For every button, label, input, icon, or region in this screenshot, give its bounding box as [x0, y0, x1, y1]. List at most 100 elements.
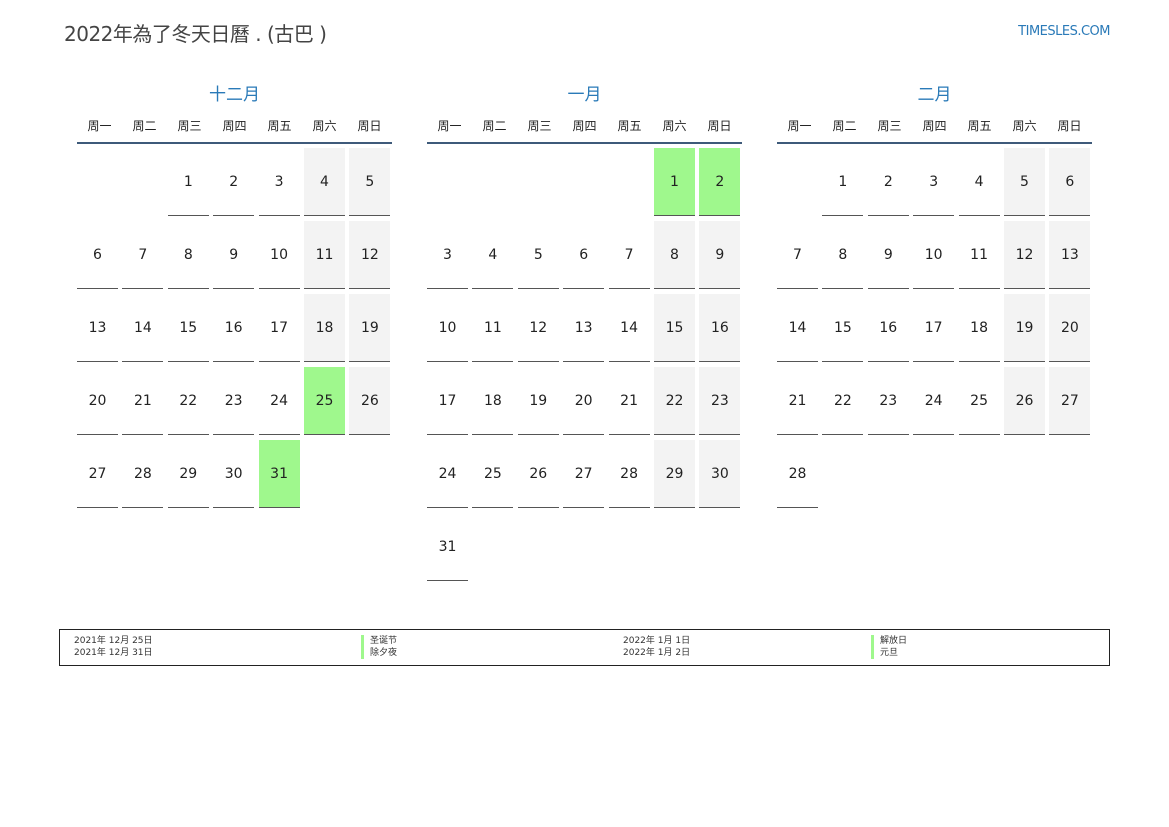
day-cell[interactable]: 1 — [822, 148, 864, 216]
day-cell[interactable]: 14 — [122, 294, 164, 362]
day-cell[interactable]: 19 — [1004, 294, 1045, 362]
day-cell[interactable]: 19 — [349, 294, 391, 362]
day-cell[interactable]: 26 — [517, 440, 559, 508]
day-cell[interactable]: 20 — [1049, 294, 1091, 362]
day-cell[interactable]: 27 — [77, 440, 118, 508]
day-cell[interactable]: 2 — [867, 148, 909, 216]
weekday-label: 周日 — [707, 118, 732, 133]
day-cell[interactable]: 3 — [427, 221, 468, 289]
day-cell[interactable]: 7 — [608, 221, 650, 289]
weekday-label: 周五 — [617, 118, 642, 133]
day-cell[interactable]: 11 — [472, 294, 514, 362]
day-cell[interactable]: 12 — [1004, 221, 1045, 289]
day-cell[interactable]: 25 — [958, 367, 1000, 435]
day-cell[interactable]: 14 — [777, 294, 818, 362]
day-cell[interactable]: 5 — [517, 221, 559, 289]
day-cell[interactable]: 4 — [472, 221, 514, 289]
day-cell[interactable]: 14 — [608, 294, 650, 362]
day-cell[interactable]: 26 — [1004, 367, 1045, 435]
day-cell[interactable]: 12 — [517, 294, 559, 362]
day-cell[interactable]: 21 — [608, 367, 650, 435]
day-cell[interactable]: 10 — [913, 221, 955, 289]
day-cell[interactable]: 1 — [167, 148, 209, 216]
day-cell[interactable]: 28 — [122, 440, 164, 508]
day-cell[interactable]: 4 — [304, 148, 345, 216]
weekday-label: 周日 — [1057, 118, 1082, 133]
day-cell[interactable]: 26 — [349, 367, 391, 435]
day-cell[interactable]: 12 — [349, 221, 391, 289]
day-cell[interactable]: 6 — [1049, 148, 1091, 216]
day-cell[interactable]: 21 — [122, 367, 164, 435]
weekday-label: 周三 — [877, 118, 902, 133]
day-cell[interactable]: 25 — [304, 367, 345, 435]
day-cell[interactable]: 31 — [258, 440, 300, 508]
day-cell[interactable]: 25 — [472, 440, 514, 508]
day-cell[interactable]: 22 — [654, 367, 695, 435]
day-cell[interactable]: 27 — [563, 440, 605, 508]
day-cell[interactable]: 29 — [654, 440, 695, 508]
day-cell[interactable]: 10 — [258, 221, 300, 289]
day-cell[interactable]: 13 — [563, 294, 605, 362]
day-cell[interactable]: 3 — [258, 148, 300, 216]
day-cell[interactable]: 29 — [167, 440, 209, 508]
day-cell[interactable]: 30 — [699, 440, 741, 508]
day-cell[interactable]: 16 — [867, 294, 909, 362]
day-cell[interactable]: 15 — [654, 294, 695, 362]
day-cell[interactable]: 9 — [213, 221, 255, 289]
day-cell[interactable]: 24 — [427, 440, 468, 508]
day-cell[interactable]: 13 — [1049, 221, 1091, 289]
day-cell[interactable]: 19 — [517, 367, 559, 435]
day-cell[interactable]: 6 — [77, 221, 118, 289]
day-cell[interactable]: 17 — [427, 367, 468, 435]
day-cell[interactable]: 28 — [608, 440, 650, 508]
day-cell[interactable]: 8 — [654, 221, 695, 289]
day-cell[interactable]: 18 — [472, 367, 514, 435]
day-cell[interactable]: 20 — [563, 367, 605, 435]
legend-names-1: 圣诞节 除夕夜 — [361, 635, 397, 659]
day-cell[interactable]: 31 — [427, 513, 468, 581]
day-cell[interactable]: 17 — [913, 294, 955, 362]
day-cell[interactable]: 9 — [699, 221, 741, 289]
day-cell[interactable]: 28 — [777, 440, 818, 508]
day-cell[interactable]: 23 — [699, 367, 741, 435]
day-cell[interactable]: 22 — [822, 367, 864, 435]
day-cell[interactable]: 5 — [349, 148, 391, 216]
day-cell[interactable]: 18 — [304, 294, 345, 362]
day-cell[interactable]: 15 — [167, 294, 209, 362]
day-cell[interactable]: 4 — [958, 148, 1000, 216]
day-cell[interactable]: 8 — [822, 221, 864, 289]
day-cell[interactable]: 6 — [563, 221, 605, 289]
day-cell[interactable]: 2 — [213, 148, 255, 216]
day-cell[interactable]: 1 — [654, 148, 695, 216]
day-cell[interactable]: 9 — [867, 221, 909, 289]
day-cell[interactable]: 13 — [77, 294, 118, 362]
day-cell[interactable]: 22 — [167, 367, 209, 435]
day-cell[interactable]: 5 — [1004, 148, 1045, 216]
site-link[interactable]: TIMESLES.COM — [1018, 24, 1110, 39]
day-cell[interactable]: 30 — [213, 440, 255, 508]
day-cell[interactable]: 7 — [777, 221, 818, 289]
legend-dates-1: 2021年 12月 25日 2021年 12月 31日 — [74, 635, 153, 659]
day-cell[interactable]: 10 — [427, 294, 468, 362]
weekday-label: 周一 — [87, 118, 112, 133]
day-cell[interactable]: 7 — [122, 221, 164, 289]
day-cell[interactable]: 15 — [822, 294, 864, 362]
day-cell[interactable]: 24 — [258, 367, 300, 435]
day-cell[interactable]: 18 — [958, 294, 1000, 362]
day-cell[interactable]: 2 — [699, 148, 741, 216]
day-cell[interactable]: 3 — [913, 148, 955, 216]
day-cell[interactable]: 23 — [213, 367, 255, 435]
day-cell[interactable]: 16 — [213, 294, 255, 362]
weekday-header: 周一 周二 周三 周四 周五 周六 周日 — [77, 108, 392, 144]
day-cell[interactable]: 11 — [304, 221, 345, 289]
day-cell[interactable]: 17 — [258, 294, 300, 362]
day-cell[interactable]: 8 — [167, 221, 209, 289]
day-cell[interactable]: 27 — [1049, 367, 1091, 435]
day-cell[interactable]: 24 — [913, 367, 955, 435]
weekday-label: 周五 — [267, 118, 292, 133]
day-cell[interactable]: 16 — [699, 294, 741, 362]
day-cell[interactable]: 20 — [77, 367, 118, 435]
day-cell[interactable]: 11 — [958, 221, 1000, 289]
day-cell[interactable]: 21 — [777, 367, 818, 435]
day-cell[interactable]: 23 — [867, 367, 909, 435]
